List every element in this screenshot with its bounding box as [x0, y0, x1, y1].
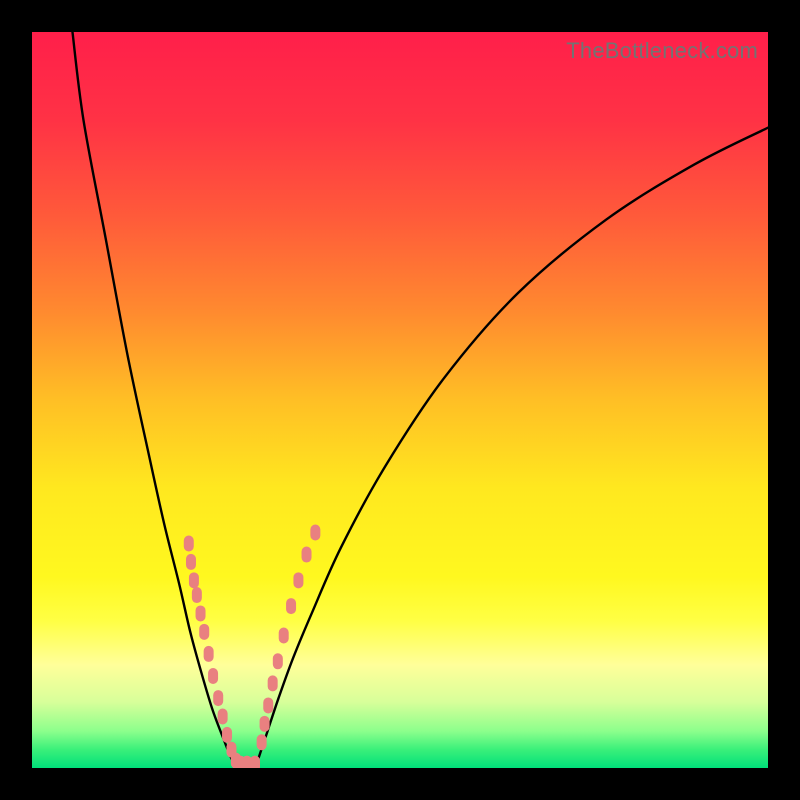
- data-dot: [222, 727, 232, 743]
- chart-svg: [32, 32, 768, 768]
- data-dot: [196, 605, 206, 621]
- outer-frame: TheBottleneck.com: [0, 0, 800, 800]
- data-dot: [184, 536, 194, 552]
- data-dot: [213, 690, 223, 706]
- data-dot: [286, 598, 296, 614]
- data-dot: [260, 716, 270, 732]
- data-dot: [302, 547, 312, 563]
- data-dot: [279, 628, 289, 644]
- data-dot: [192, 587, 202, 603]
- data-dot: [257, 734, 267, 750]
- data-dots: [184, 524, 321, 768]
- data-dot: [310, 524, 320, 540]
- data-dot: [250, 756, 260, 768]
- data-dot: [293, 572, 303, 588]
- data-dot: [218, 708, 228, 724]
- data-dot: [199, 624, 209, 640]
- data-dot: [208, 668, 218, 684]
- data-dot: [186, 554, 196, 570]
- data-dot: [204, 646, 214, 662]
- data-dot: [268, 675, 278, 691]
- plot-area: TheBottleneck.com: [32, 32, 768, 768]
- data-dot: [273, 653, 283, 669]
- right-curve: [256, 128, 768, 765]
- data-dot: [189, 572, 199, 588]
- data-dot: [263, 697, 273, 713]
